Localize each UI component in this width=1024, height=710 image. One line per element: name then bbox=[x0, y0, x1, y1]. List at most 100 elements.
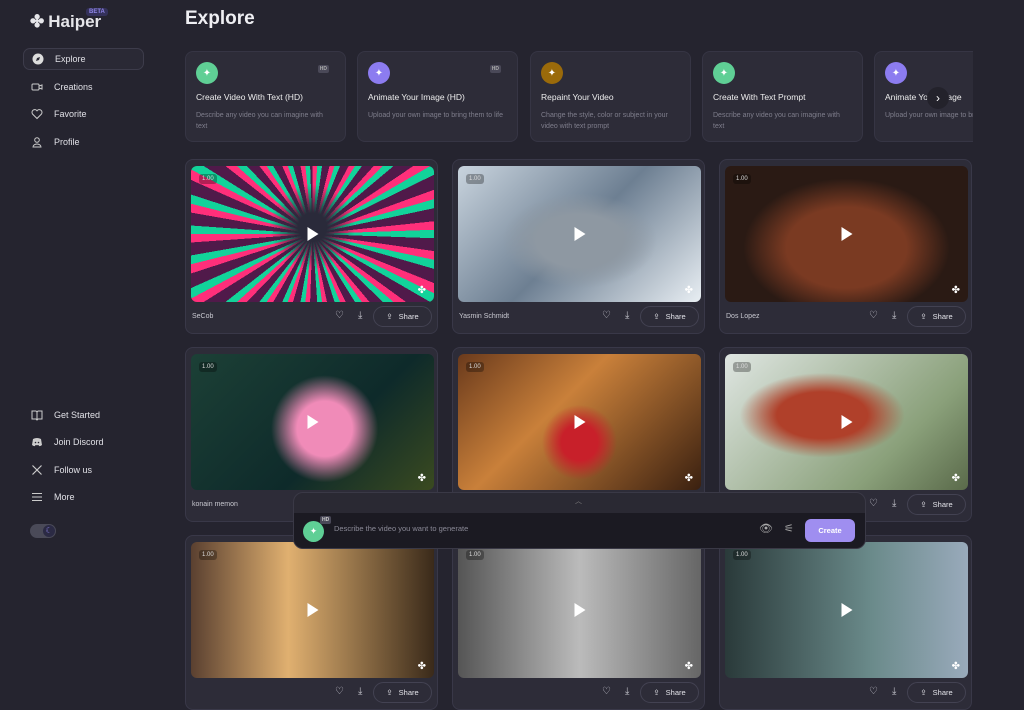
duration: 1.00 bbox=[733, 174, 751, 184]
heart-icon[interactable]: ♡ bbox=[869, 498, 878, 509]
share-icon: ⇪ bbox=[386, 688, 393, 697]
feature-description: Describe any video you can imagine with … bbox=[713, 112, 840, 130]
feature-description: Upload your own image to bring them to l… bbox=[368, 112, 504, 119]
video-card[interactable]: 1.00 ✤ Dos Lopez ♡ ⤓ ⇪ Share bbox=[719, 159, 972, 334]
play-icon[interactable] bbox=[841, 603, 852, 617]
download-icon[interactable]: ⤓ bbox=[625, 686, 629, 697]
hd-badge: HD bbox=[317, 65, 329, 73]
feature-icon: ✦ bbox=[885, 62, 907, 84]
user-icon bbox=[32, 137, 42, 148]
video-card[interactable]: 1.00 ✤ ♡ ⤓ ⇪Share bbox=[452, 535, 705, 710]
duration: 1.00 bbox=[199, 550, 217, 560]
author-name[interactable]: Yasmin Schmidt bbox=[459, 313, 509, 320]
share-button[interactable]: ⇪Share bbox=[640, 306, 699, 327]
author-name[interactable]: konain memon bbox=[192, 501, 238, 508]
eye-icon[interactable]: 👁 bbox=[759, 522, 773, 535]
download-icon[interactable]: ⤓ bbox=[892, 310, 896, 321]
play-icon[interactable] bbox=[574, 227, 585, 241]
feature-card[interactable]: ✦ HD Animate Your Image (HD) Upload your o… bbox=[357, 51, 518, 142]
play-icon[interactable] bbox=[574, 603, 585, 617]
sidebar-item-explore[interactable]: Explore bbox=[23, 48, 144, 70]
feature-description: Upload your own image to bring them to l… bbox=[885, 112, 973, 119]
heart-icon bbox=[31, 109, 43, 120]
feature-title: Repaint Your Video bbox=[541, 92, 614, 102]
download-icon[interactable]: ⤓ bbox=[892, 498, 896, 509]
sidebar-item-more[interactable]: More bbox=[23, 486, 144, 508]
download-icon[interactable]: ⤓ bbox=[358, 310, 362, 321]
heart-icon[interactable]: ♡ bbox=[602, 310, 611, 321]
sidebar-item-favorite[interactable]: Favorite bbox=[23, 103, 144, 125]
video-thumbnail[interactable]: 1.00 ✤ bbox=[725, 354, 968, 490]
theme-toggle[interactable]: ☾ bbox=[30, 524, 56, 538]
play-icon[interactable] bbox=[307, 415, 318, 429]
sidebar-item-join-discord[interactable]: Join Discord bbox=[23, 431, 144, 453]
share-button[interactable]: ⇪Share bbox=[373, 306, 432, 327]
video-thumbnail[interactable]: 1.00 ✤ bbox=[458, 354, 701, 490]
feature-card[interactable]: ✦ Create With Text Prompt Describe any vi… bbox=[702, 51, 863, 142]
play-icon[interactable] bbox=[841, 227, 852, 241]
video-thumbnail[interactable]: 1.00 ✤ bbox=[191, 166, 434, 302]
share-icon: ⇪ bbox=[653, 688, 660, 697]
heart-icon[interactable]: ♡ bbox=[335, 686, 344, 697]
play-icon[interactable] bbox=[841, 415, 852, 429]
video-card[interactable]: 1.00 ✤ SeCob ♡ ⤓ ⇪ Share bbox=[185, 159, 438, 334]
video-thumbnail[interactable]: 1.00 ✤ bbox=[191, 354, 434, 490]
sidebar-item-get-started[interactable]: Get Started bbox=[23, 404, 144, 426]
heart-icon[interactable]: ♡ bbox=[335, 310, 344, 321]
prompt-bar: ︿ ✦ HD 👁 ⚟ Create bbox=[293, 492, 866, 549]
feature-description: Describe any video you can imagine with … bbox=[196, 112, 323, 130]
sidebar: ✤ Haiper BETA Explore Creations Favorite … bbox=[0, 0, 170, 561]
download-icon[interactable]: ⤓ bbox=[358, 686, 362, 697]
feature-icon: ✦ bbox=[196, 62, 218, 84]
x-icon bbox=[32, 465, 42, 475]
settings-sliders-icon[interactable]: ⚟ bbox=[784, 522, 794, 535]
share-button[interactable]: ⇪Share bbox=[907, 494, 966, 515]
haiper-watermark-icon: ✤ bbox=[417, 285, 426, 296]
download-icon[interactable]: ⤓ bbox=[892, 686, 896, 697]
heart-icon[interactable]: ♡ bbox=[869, 686, 878, 697]
video-card[interactable]: 1.00 ✤ Yasmin Schmidt ♡ ⤓ ⇪ Share bbox=[452, 159, 705, 334]
feature-card[interactable]: ✦ Repaint Your Video Change the style, co… bbox=[530, 51, 691, 142]
create-button[interactable]: Create bbox=[805, 519, 855, 542]
book-icon bbox=[31, 410, 43, 421]
compass-icon bbox=[32, 53, 44, 65]
author-name[interactable]: SeCob bbox=[192, 313, 213, 320]
share-button[interactable]: ⇪Share bbox=[640, 682, 699, 703]
play-icon[interactable] bbox=[307, 227, 318, 241]
video-thumbnail[interactable]: 1.00 ✤ bbox=[191, 542, 434, 678]
feature-icon: ✦ bbox=[368, 62, 390, 84]
author-name[interactable]: Dos Lopez bbox=[726, 313, 759, 320]
share-button[interactable]: ⇪Share bbox=[373, 682, 432, 703]
feature-card[interactable]: ✦ HD Create Video With Text (HD) Describe … bbox=[185, 51, 346, 142]
sidebar-item-creations[interactable]: Creations bbox=[23, 76, 144, 98]
carousel-next-button[interactable]: › bbox=[927, 87, 949, 109]
share-icon: ⇪ bbox=[920, 500, 927, 509]
share-icon: ⇪ bbox=[653, 312, 660, 321]
video-thumbnail[interactable]: 1.00 ✤ bbox=[458, 166, 701, 302]
video-card[interactable]: 1.00 ✤ ♡ ⤓ ⇪Share bbox=[185, 535, 438, 710]
video-card[interactable]: 1.00 ✤ ♡ ⤓ ⇪Share bbox=[719, 535, 972, 710]
heart-icon[interactable]: ♡ bbox=[869, 310, 878, 321]
share-button[interactable]: ⇪Share bbox=[907, 682, 966, 703]
duration: 1.00 bbox=[733, 550, 751, 560]
play-icon[interactable] bbox=[574, 415, 585, 429]
feature-title: Create Video With Text (HD) bbox=[196, 92, 303, 102]
mode-text-to-video-icon[interactable]: ✦ bbox=[303, 521, 324, 542]
video-thumbnail[interactable]: 1.00 ✤ bbox=[725, 542, 968, 678]
sidebar-item-profile[interactable]: Profile bbox=[23, 131, 144, 153]
download-icon[interactable]: ⤓ bbox=[625, 310, 629, 321]
video-thumbnail[interactable]: 1.00 ✤ bbox=[458, 542, 701, 678]
feature-title: Create With Text Prompt bbox=[713, 92, 806, 102]
moon-icon: ☾ bbox=[43, 525, 55, 537]
sidebar-item-follow-us[interactable]: Follow us bbox=[23, 459, 144, 481]
video-thumbnail[interactable]: 1.00 ✤ bbox=[725, 166, 968, 302]
play-icon[interactable] bbox=[307, 603, 318, 617]
feature-card[interactable]: ✦ Animate Your Image Upload your own imag… bbox=[874, 51, 973, 142]
duration: 1.00 bbox=[733, 362, 751, 372]
share-button[interactable]: ⇪Share bbox=[907, 306, 966, 327]
expand-chevron-icon[interactable]: ︿ bbox=[575, 496, 582, 506]
heart-icon[interactable]: ♡ bbox=[602, 686, 611, 697]
haiper-watermark-icon: ✤ bbox=[951, 473, 960, 484]
share-icon: ⇪ bbox=[920, 688, 927, 697]
prompt-input[interactable] bbox=[334, 524, 714, 533]
